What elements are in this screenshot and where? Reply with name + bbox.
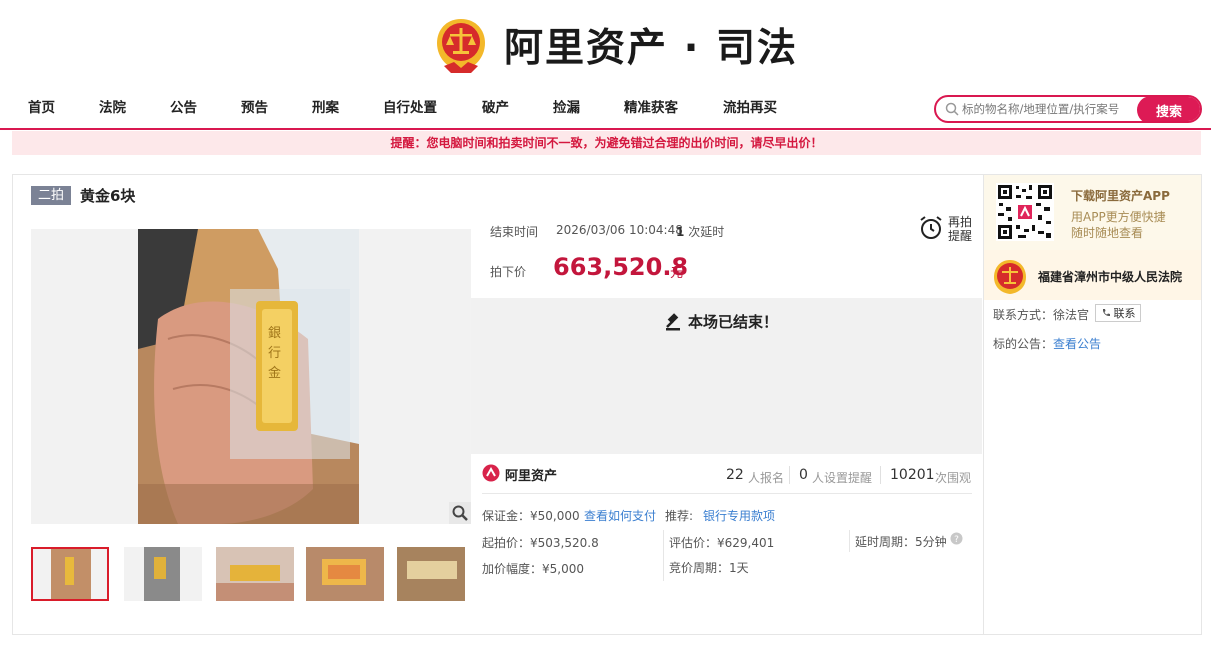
thumbnail-image [33,549,107,599]
deposit: 保证金：¥50,000 [482,509,580,523]
delay-suffix: 次延时 [688,225,725,239]
end-time-value: 2026/03/06 10:04:48 [556,223,683,237]
bid-increment: 加价幅度：¥5,000 [482,562,584,576]
divider [482,493,972,494]
court-emblem-icon [994,260,1026,294]
column-divider [849,530,850,552]
how-to-pay-link[interactable]: 查看如何支付 [584,507,656,524]
svg-text:行: 行 [268,346,281,361]
auction-ended-status: 本场已结束！ [664,311,778,332]
thumbnail-2[interactable] [124,547,202,601]
svg-text:金: 金 [268,365,281,381]
search-input[interactable] [962,97,1138,121]
search-icon [945,102,959,116]
view-notice-link[interactable]: 查看公告 [1053,337,1101,351]
nav-announcement[interactable]: 公告 [170,96,197,116]
delay-count: 1 次延时 [676,223,724,240]
signup-label: 人报名 [748,471,785,485]
nav-bargain[interactable]: 捡漏 [553,96,580,116]
contact-info: 联系方式：徐法官 [993,308,1090,322]
round-badge: 二拍 [31,186,71,205]
thumbnail-4[interactable] [306,547,384,601]
nav-divider [0,128,1211,130]
court-name[interactable]: 福建省漳州市中级人民法院 [1038,268,1182,285]
brand-name: 阿里资产 [505,469,558,484]
gold-bar-photo: 銀 行 金 [138,229,359,524]
nav-self-disposal[interactable]: 自行处置 [383,96,437,116]
ended-text: 本场已结束！ [688,313,779,331]
svg-text:銀: 銀 [268,326,281,341]
contact-button[interactable]: 联系 [1095,304,1141,322]
contact-button-label: 联系 [1113,307,1136,320]
time-alert-banner: 提醒：您电脑时间和拍卖时间不一致，为避免错过合理的出价时间，请尽早出价！ [12,131,1201,155]
app-subtitle: 用APP更方便快捷 [1071,210,1166,224]
help-icon[interactable]: ? [950,532,963,545]
main-photo[interactable]: 銀 行 金 [138,229,359,524]
recommend-label: 推荐: [665,509,694,523]
item-title: 黄金6块 [80,187,136,205]
nav-criminal[interactable]: 刑案 [312,96,339,116]
stat-divider [789,466,790,484]
bid-cycle: 竞价周期：1天 [669,561,749,575]
thumbnail-image [397,547,465,601]
remind-button[interactable]: 再拍提醒 [948,215,974,243]
thumbnail-image [216,547,294,601]
delay-cycle: 延时周期：5分钟 [855,535,947,549]
logo-text: 阿里资产 · 司法 [504,26,798,71]
search-bar: 搜索 [934,95,1202,123]
view-count: 10201 [890,467,935,483]
start-price: 起拍价：¥503,520.8 [482,536,599,550]
notice-row: 标的公告：查看公告 [993,335,1101,352]
search-button[interactable]: 搜索 [1137,97,1200,121]
court-emblem-icon [437,19,485,73]
column-divider [663,530,664,581]
price-unit: 元 [670,266,684,281]
reminder-label: 人设置提醒 [812,471,873,485]
main-nav: 首页 法院 公告 预告 刑案 自行处置 破产 捡漏 精准获客 流拍再买 [0,96,930,122]
phone-icon [1102,309,1110,317]
thumbnail-3[interactable] [216,547,294,601]
nav-rebuy[interactable]: 流拍再买 [723,96,777,116]
app-download-title[interactable]: 下载阿里资产APP [1071,187,1170,204]
price-value: 663,520.8 [553,253,689,281]
svg-text:?: ? [954,535,959,545]
end-time-label: 结束时间 [490,225,539,239]
reminder-count: 0 [799,467,808,483]
thumbnail-1[interactable] [31,547,109,601]
ali-assets-logo-icon [482,464,500,482]
bank-account-link[interactable]: 银行专用款项 [703,507,775,524]
thumbnail-5[interactable] [397,547,475,601]
nav-bankruptcy[interactable]: 破产 [482,96,509,116]
signup-count: 22 [726,467,744,483]
thumbnail-image [124,547,202,601]
site-logo[interactable]: 阿里资产 · 司法 [436,16,798,74]
stat-divider [880,466,881,484]
price-label: 拍下价 [490,265,527,279]
estimated-price: 评估价：¥629,401 [669,536,775,550]
delay-number: 1 [676,225,685,239]
nav-preview[interactable]: 预告 [241,96,268,116]
zoom-icon[interactable] [449,502,471,524]
thumbnail-image [306,547,384,601]
nav-home[interactable]: 首页 [28,96,55,116]
alarm-clock-icon[interactable] [919,215,943,241]
view-label: 次围观 [935,471,972,485]
nav-leads[interactable]: 精准获客 [624,96,678,116]
nav-court[interactable]: 法院 [99,96,126,116]
app-subtitle: 随时随地查看 [1071,226,1144,240]
notice-label: 标的公告： [993,337,1054,351]
qr-code-icon [996,183,1054,241]
gavel-icon [666,312,680,330]
